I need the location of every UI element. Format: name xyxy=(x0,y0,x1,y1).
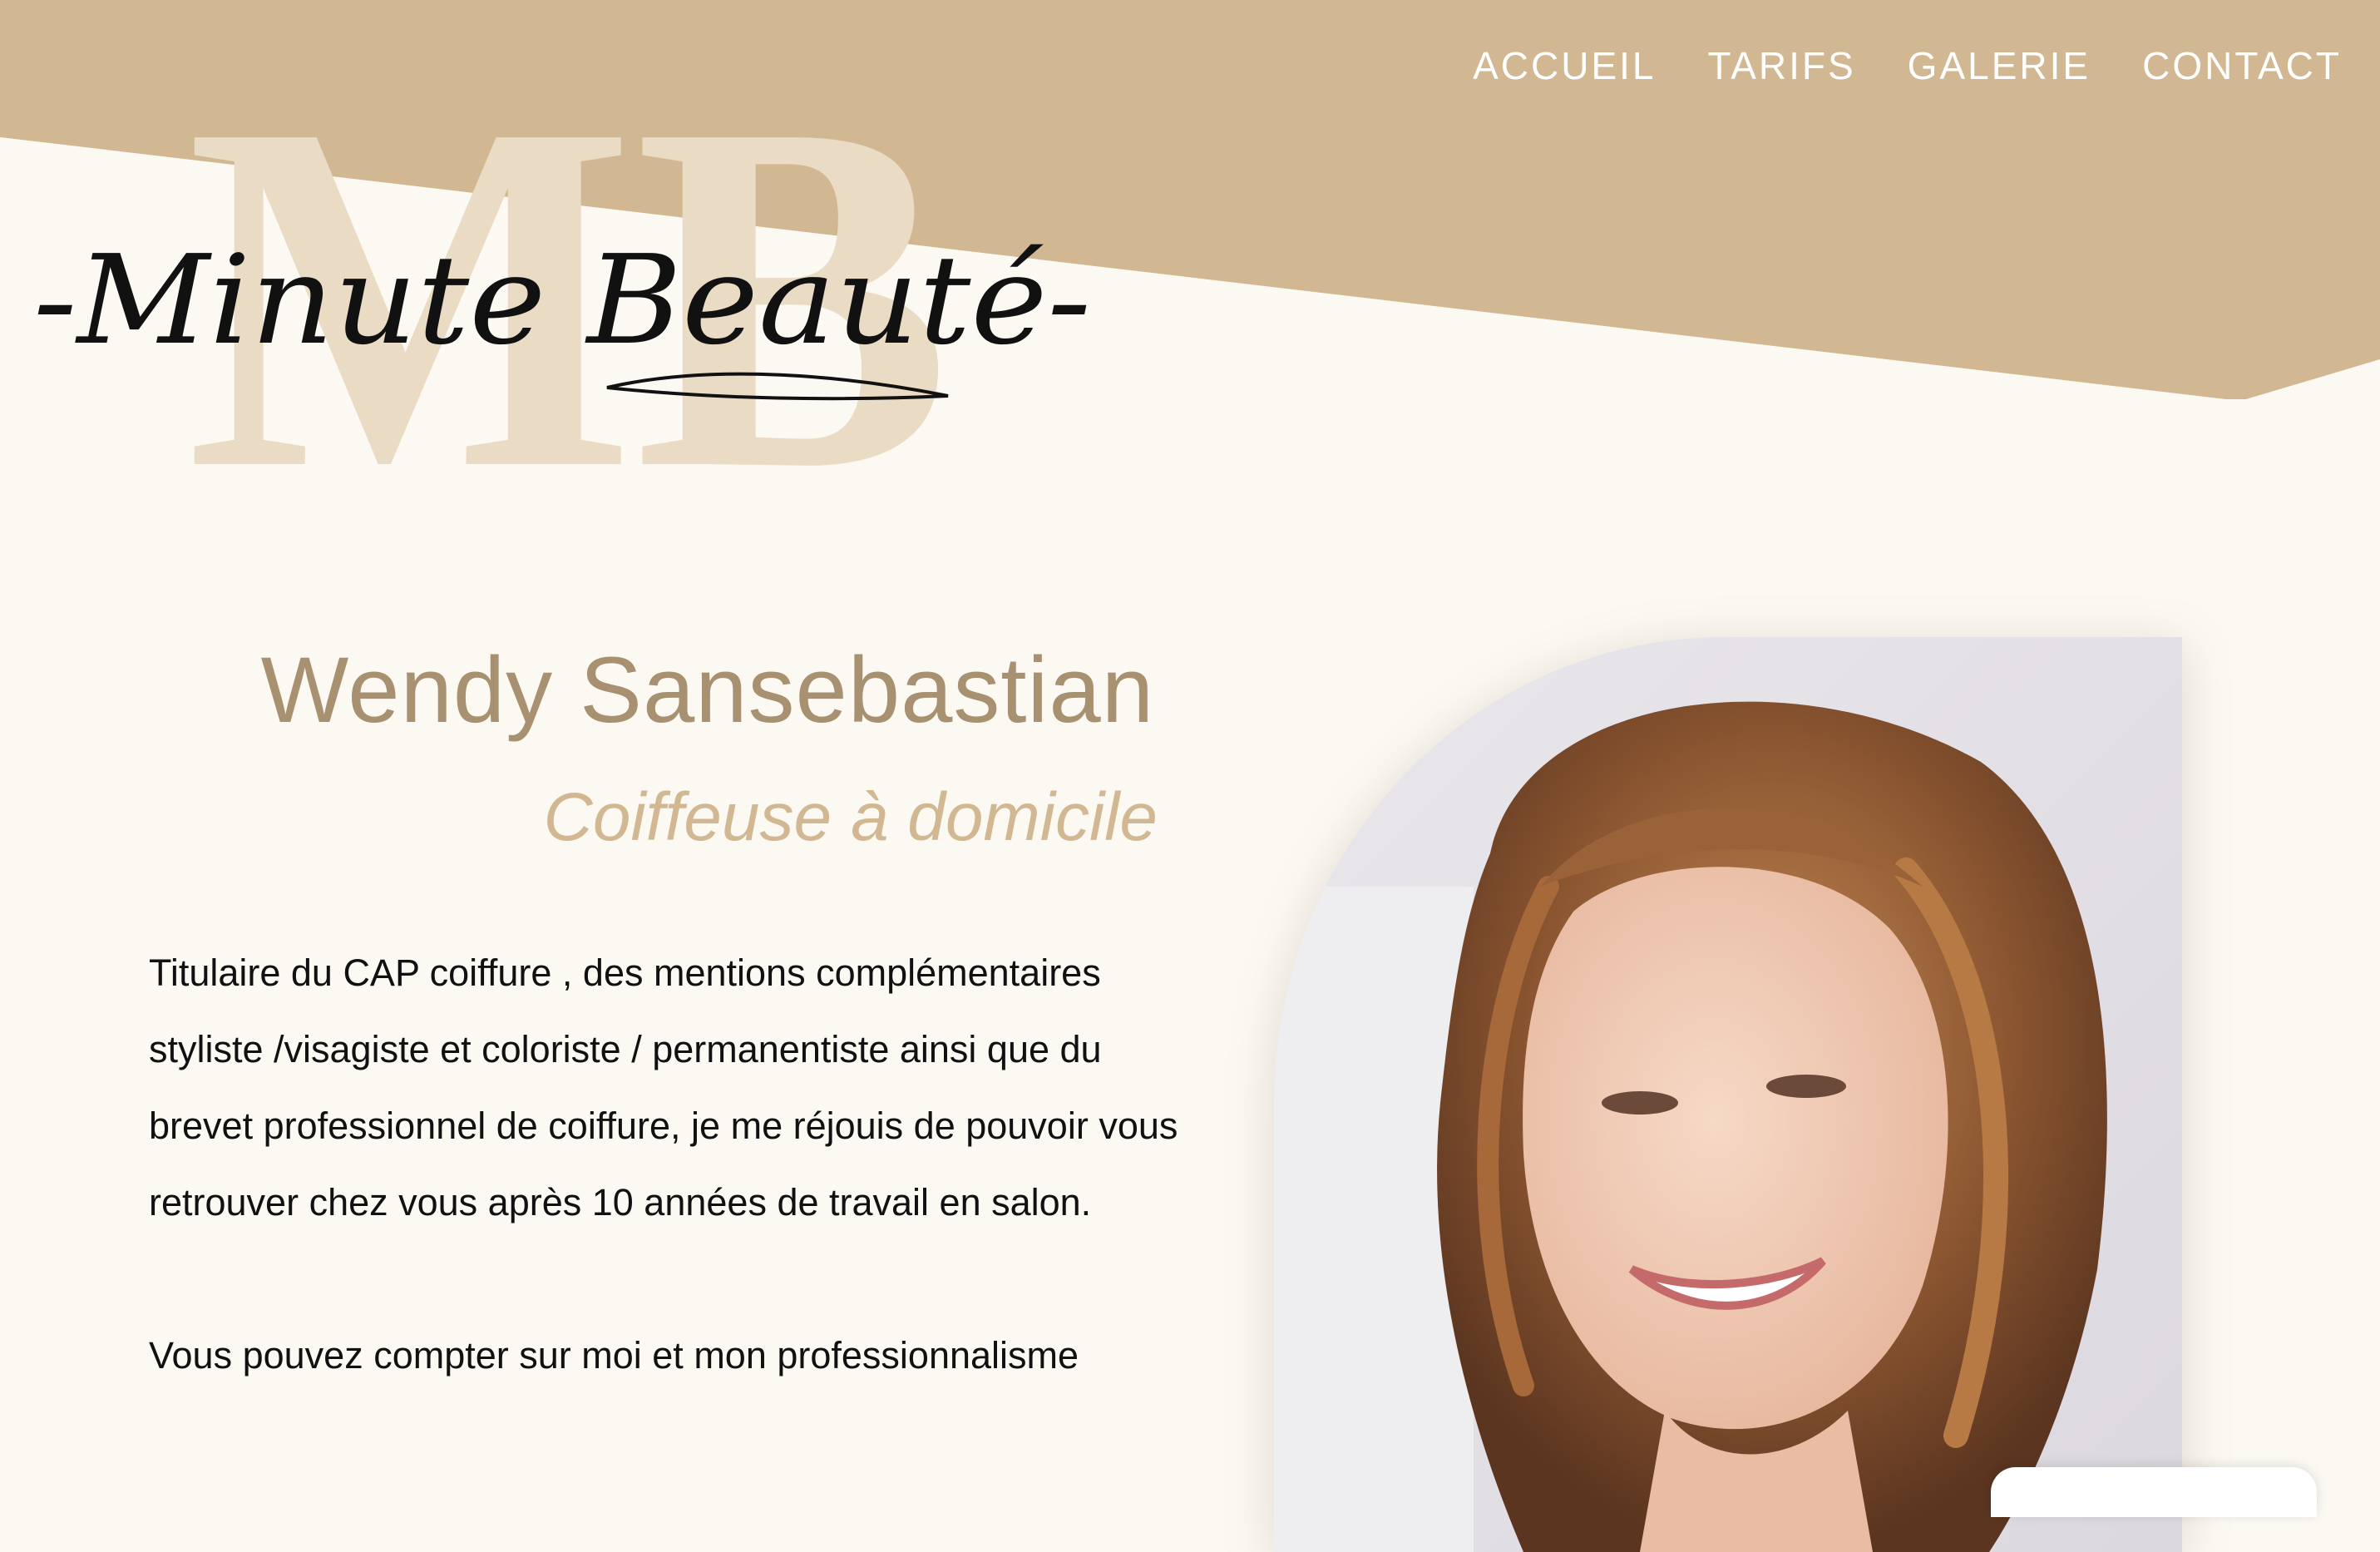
site-logo[interactable]: MB -Minute Beauté- xyxy=(0,67,1114,499)
nav-galerie[interactable]: GALERIE xyxy=(1908,47,2091,85)
portrait-photo xyxy=(1274,637,2182,1552)
bio-paragraph-1: Titulaire du CAP coiffure , des mentions… xyxy=(149,951,1178,1223)
face xyxy=(1523,867,1948,1430)
floating-chat-tab[interactable] xyxy=(1991,1467,2317,1517)
main-nav: ACCUEIL TARIFS GALERIE CONTACT xyxy=(1473,47,2342,85)
bio-paragraph-2: Vous pouvez compter sur moi et mon profe… xyxy=(149,1334,1079,1377)
nav-tarifs[interactable]: TARIFS xyxy=(1708,47,1856,85)
nav-contact[interactable]: CONTACT xyxy=(2142,47,2342,85)
nav-accueil[interactable]: ACCUEIL xyxy=(1473,47,1656,85)
right-eye xyxy=(1766,1075,1846,1098)
profile-role: Coiffeuse à domicile xyxy=(543,779,1158,855)
logo-script: -Minute Beauté- xyxy=(33,229,1091,372)
bio-section: Titulaire du CAP coiffure , des mentions… xyxy=(149,935,1188,1394)
left-eye xyxy=(1602,1091,1678,1115)
profile-name: Wendy Sansebastian xyxy=(260,638,1154,742)
